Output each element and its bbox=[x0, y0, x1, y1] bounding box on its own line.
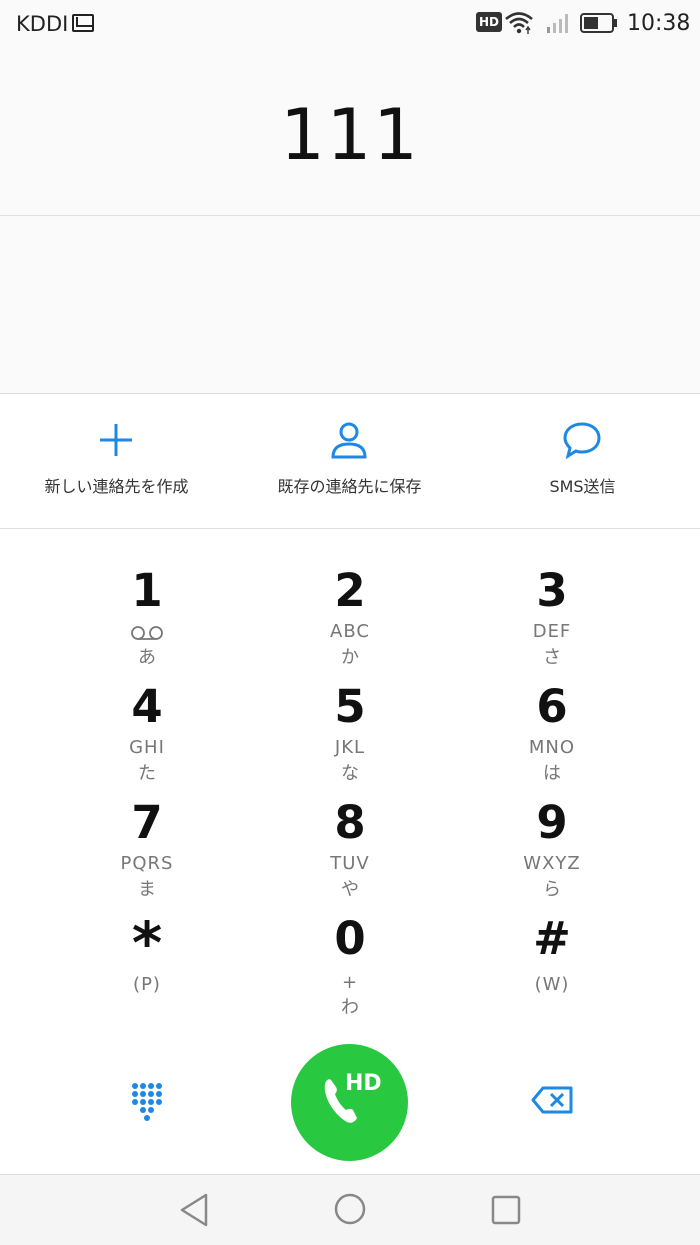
key-digit: 4 bbox=[131, 680, 163, 733]
key-letters: (W) bbox=[534, 974, 570, 995]
key-letters: DEF bbox=[532, 621, 572, 642]
plus-icon bbox=[100, 424, 132, 456]
key-6[interactable]: 6 MNO は bbox=[452, 645, 652, 784]
home-icon[interactable] bbox=[333, 1192, 367, 1226]
key-1[interactable]: 1 あ bbox=[47, 529, 247, 668]
key-letters: WXYZ bbox=[523, 853, 581, 874]
key-digit: 3 bbox=[536, 564, 568, 617]
key-letters: TUV bbox=[330, 853, 370, 874]
person-icon bbox=[331, 422, 367, 459]
key-digit: 0 bbox=[334, 912, 366, 965]
key-letters: (P) bbox=[133, 974, 161, 995]
system-navigation-bar bbox=[0, 1174, 700, 1245]
key-digit: 8 bbox=[334, 796, 366, 849]
send-sms-button[interactable]: SMS送信 bbox=[466, 394, 699, 528]
create-new-contact-label: 新しい連絡先を作成 bbox=[44, 477, 189, 496]
quick-actions: 新しい連絡先を作成 既存の連絡先に保存 SMS送信 bbox=[0, 394, 700, 529]
recent-apps-icon[interactable] bbox=[490, 1194, 522, 1226]
key-letters: ABC bbox=[330, 621, 370, 642]
key-5[interactable]: 5 JKL な bbox=[250, 645, 450, 784]
key-letters: MNO bbox=[528, 737, 576, 758]
key-2[interactable]: 2 ABC か bbox=[250, 529, 450, 668]
key-letters: JKL bbox=[334, 737, 366, 758]
key-kana: わ bbox=[341, 997, 359, 1018]
voicemail-icon bbox=[131, 626, 163, 640]
call-button[interactable]: HD bbox=[291, 1044, 408, 1161]
save-to-existing-contact-label: 既存の連絡先に保存 bbox=[277, 477, 422, 496]
carrier-name: KDDI bbox=[16, 12, 69, 36]
key-digit: 5 bbox=[334, 680, 366, 733]
status-bar: KDDI HD 10:38 bbox=[0, 0, 700, 50]
key-4[interactable]: 4 GHI た bbox=[47, 645, 247, 784]
key-digit: 7 bbox=[131, 796, 163, 849]
dialer-controls: HD bbox=[0, 1044, 700, 1174]
key-digit: 9 bbox=[536, 796, 568, 849]
key-letters: + bbox=[341, 972, 359, 993]
key-digit: 2 bbox=[334, 564, 366, 617]
backspace-icon[interactable] bbox=[531, 1086, 573, 1114]
phone-hd-icon: HD bbox=[324, 1071, 382, 1123]
chat-bubble-icon bbox=[563, 422, 601, 460]
key-9[interactable]: 9 WXYZ ら bbox=[452, 761, 652, 900]
back-icon[interactable] bbox=[178, 1192, 210, 1228]
key-letters: GHI bbox=[129, 737, 165, 758]
key-hash[interactable]: # (W) bbox=[452, 877, 652, 995]
dial-keypad: 1 あ 2 ABC か 3 DEF さ 4 GHI た 5 JKL な 6 MN… bbox=[0, 529, 700, 1044]
clock: 10:38 bbox=[627, 11, 691, 36]
key-3[interactable]: 3 DEF さ bbox=[452, 529, 652, 668]
key-digit: 6 bbox=[536, 680, 568, 733]
key-0[interactable]: 0 + わ bbox=[250, 877, 450, 1018]
key-star[interactable]: * (P) bbox=[47, 877, 247, 995]
create-new-contact-button[interactable]: 新しい連絡先を作成 bbox=[0, 394, 233, 528]
key-7[interactable]: 7 PQRS ま bbox=[47, 761, 247, 900]
number-display: 111 bbox=[0, 50, 700, 216]
dialpad-toggle-icon[interactable] bbox=[127, 1080, 169, 1122]
wifi-icon bbox=[505, 12, 533, 34]
key-digit: * bbox=[131, 909, 163, 977]
mail-notification-icon bbox=[72, 14, 94, 32]
send-sms-label: SMS送信 bbox=[549, 477, 616, 496]
key-letters: PQRS bbox=[120, 853, 174, 874]
call-hd-label: HD bbox=[345, 1071, 382, 1096]
signal-strength-icon bbox=[547, 14, 568, 33]
hd-voice-badge: HD bbox=[476, 12, 503, 32]
key-8[interactable]: 8 TUV や bbox=[250, 761, 450, 900]
suggestion-area bbox=[0, 216, 700, 394]
save-to-existing-contact-button[interactable]: 既存の連絡先に保存 bbox=[233, 394, 466, 528]
dialed-number: 111 bbox=[280, 94, 420, 176]
key-digit: 1 bbox=[131, 564, 163, 617]
key-digit: # bbox=[533, 912, 571, 965]
battery-icon bbox=[580, 13, 617, 33]
